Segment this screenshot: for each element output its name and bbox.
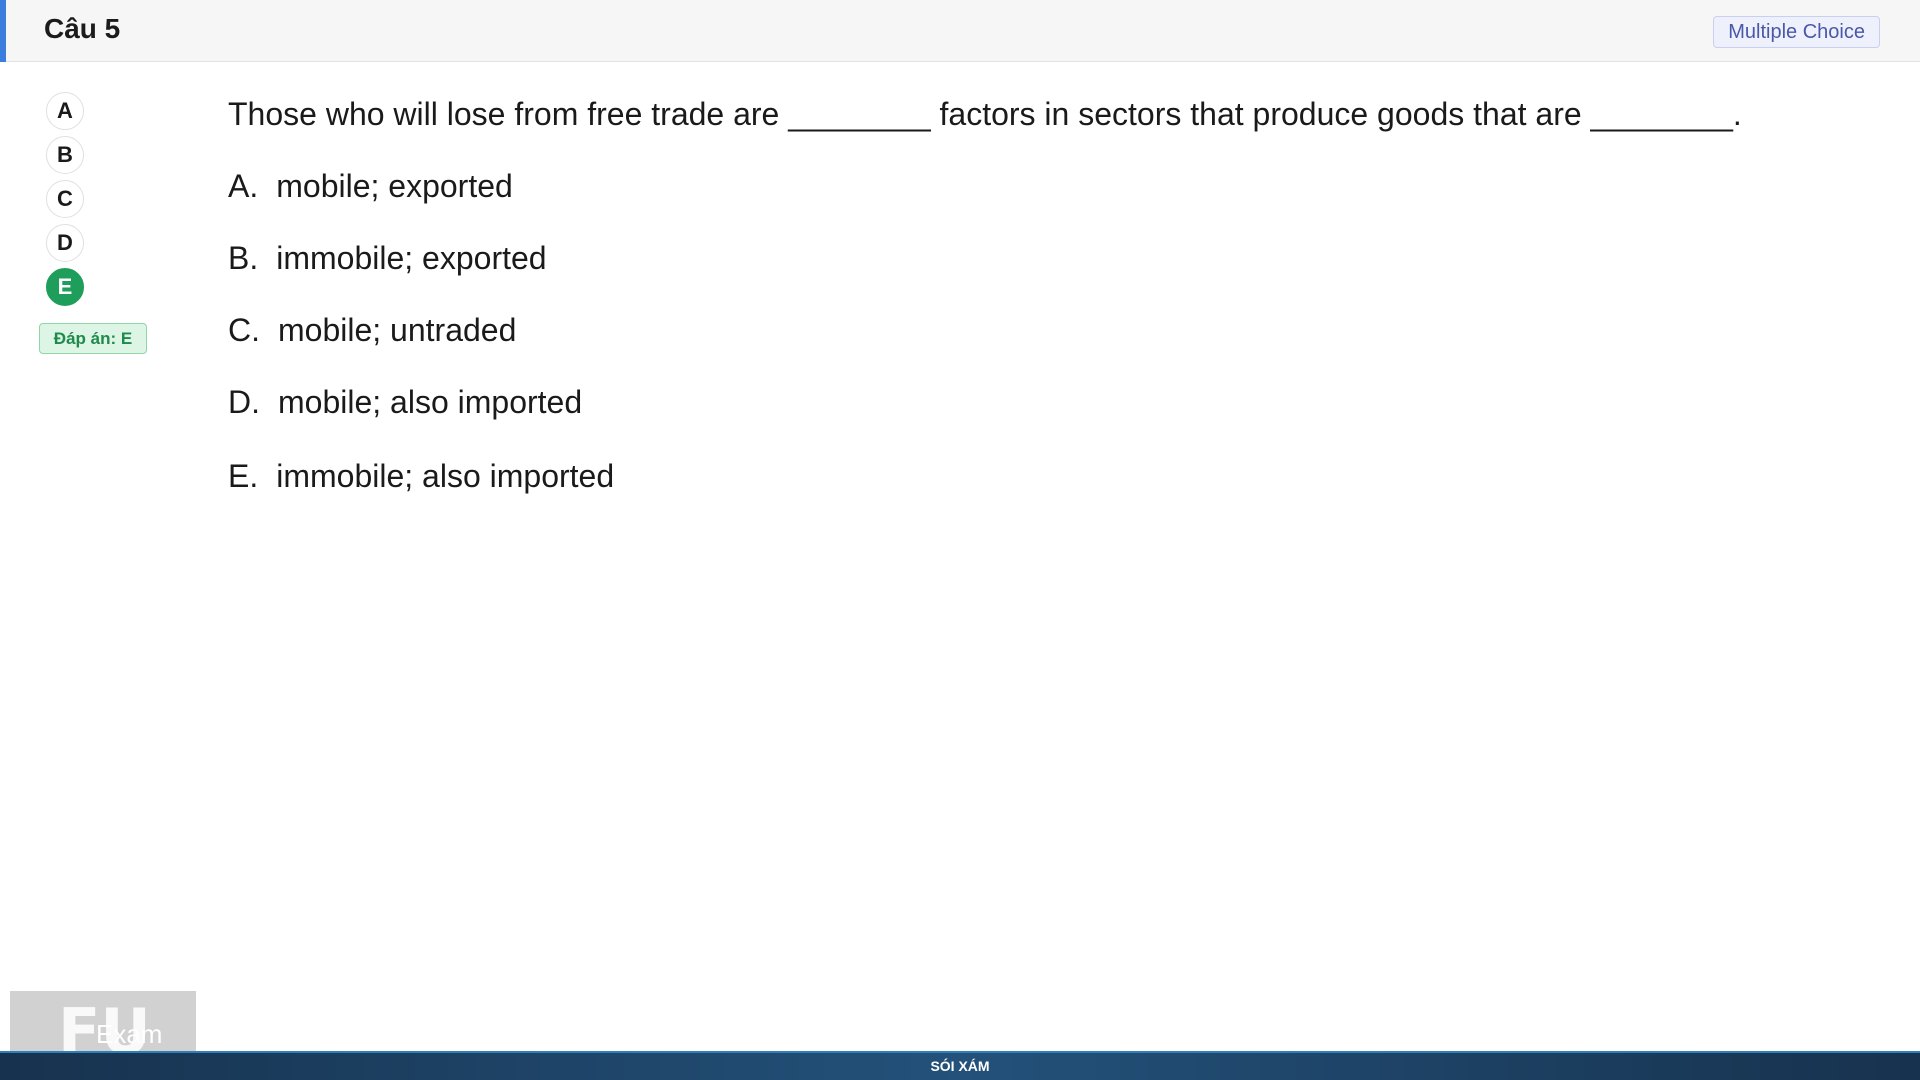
option-text: immobile; also imported [276,458,615,494]
header-accent-bar [0,0,6,62]
option-a[interactable]: A. mobile; exported [228,168,513,205]
option-text: mobile; also imported [278,384,583,420]
question-header: Câu 5 Multiple Choice [0,0,1920,62]
option-text: mobile; untraded [278,312,517,348]
option-d[interactable]: D. mobile; also imported [228,384,582,421]
question-text: Those who will lose from free trade are … [228,96,1742,132]
option-letter: E. [228,458,259,494]
option-letter: A. [228,168,259,204]
option-letter: D. [228,384,260,420]
question-number-title: Câu 5 [44,13,121,44]
option-text: immobile; exported [276,240,547,276]
choice-button-b[interactable]: B [46,136,84,174]
footer-bar: SÓI XÁM [0,1051,1920,1080]
option-text: mobile; exported [276,168,513,204]
choice-button-d[interactable]: D [46,224,84,262]
choice-button-a[interactable]: A [46,92,84,130]
option-b[interactable]: B. immobile; exported [228,240,547,277]
option-e[interactable]: E. immobile; also imported [228,458,614,495]
option-letter: B. [228,240,259,276]
option-c[interactable]: C. mobile; untraded [228,312,516,349]
question-type-badge: Multiple Choice [1713,16,1880,48]
answer-badge: Đáp án: E [39,323,147,354]
choice-button-e[interactable]: E [46,268,84,306]
choice-button-c[interactable]: C [46,180,84,218]
logo-text: Exam [96,1019,163,1049]
footer-label: SÓI XÁM [930,1058,990,1074]
option-letter: C. [228,312,260,348]
